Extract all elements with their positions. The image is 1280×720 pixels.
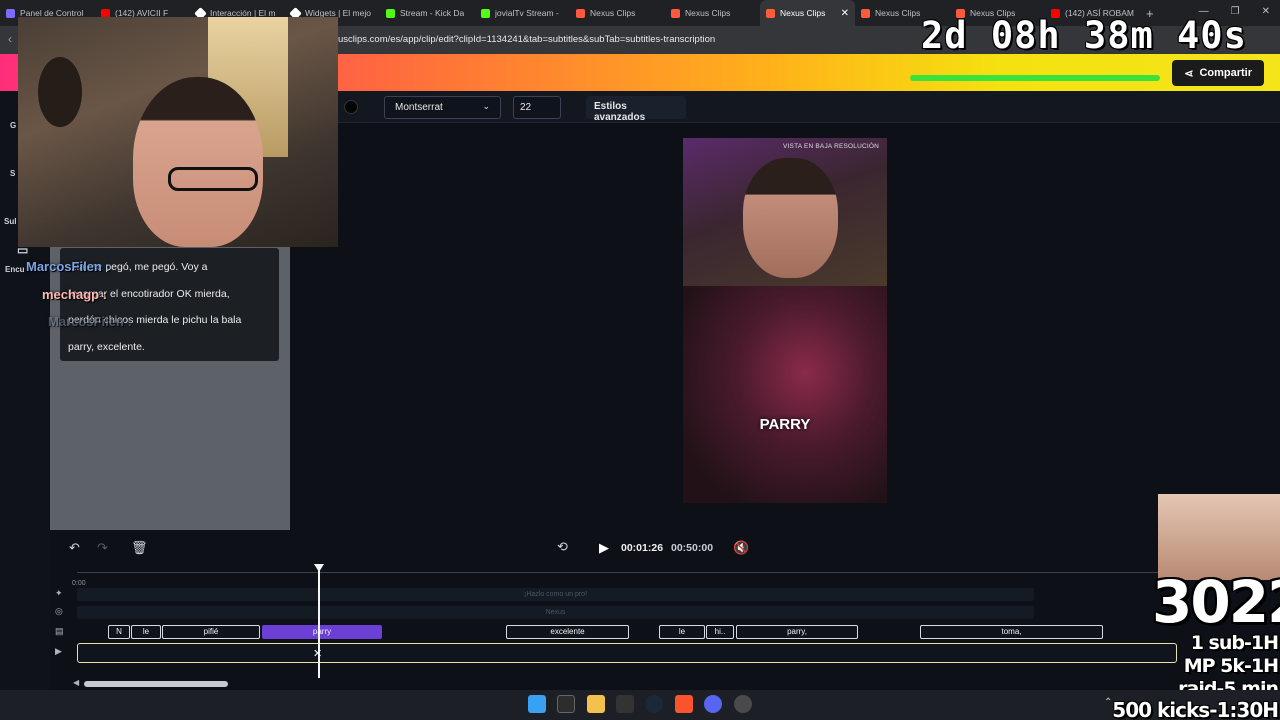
- progress-bar: [910, 75, 1160, 81]
- goal-line: MP 5k-1H: [1183, 655, 1279, 677]
- screen: Panel de Control (142) AVICII F Interacc…: [0, 0, 1280, 720]
- glasses: [168, 167, 258, 191]
- magic-icon: ✦: [55, 588, 63, 598]
- chat-username: MarcosFilen :: [26, 259, 110, 274]
- tab-nexus-clips[interactable]: Nexus Clips: [570, 0, 665, 26]
- timeline-scrollbar[interactable]: [84, 681, 228, 687]
- chat-username: mechagp :: [42, 287, 108, 302]
- discord-icon[interactable]: [704, 695, 722, 713]
- close-tab-icon[interactable]: ✕: [841, 8, 849, 19]
- stream-countdown: 2d 08h 38m 40s: [921, 14, 1247, 57]
- chat-username: MarcosFilen :: [48, 314, 132, 329]
- current-time: 00:01:26: [621, 542, 664, 554]
- subtitle-segment[interactable]: le: [659, 625, 705, 639]
- trash-icon[interactable]: 🗑: [131, 540, 148, 556]
- brave-icon[interactable]: [675, 695, 693, 713]
- kick-icon: [386, 8, 395, 18]
- goal-line: 1 sub-1H: [1190, 632, 1279, 654]
- subtitle-caption: PARRY: [759, 416, 811, 433]
- tab-favicon-icon: [6, 8, 15, 18]
- playhead-handle[interactable]: [314, 564, 324, 572]
- share-label: Compartir: [1199, 67, 1252, 79]
- text-color-swatch[interactable]: [344, 100, 358, 114]
- nexus-icon: [766, 8, 775, 18]
- subtitle-segment[interactable]: parry,: [736, 625, 858, 639]
- play-icon[interactable]: ▶: [599, 540, 609, 556]
- kick-icon: [481, 8, 490, 18]
- timeline-ruler: [77, 572, 1177, 573]
- subtitle-segment-active[interactable]: parry: [262, 625, 382, 639]
- subtitles-icon: ▤: [55, 626, 64, 636]
- tab-kick-stream[interactable]: Stream - Kick Da: [380, 0, 475, 26]
- subtitle-segment[interactable]: pifié: [162, 625, 260, 639]
- subtitle-segment[interactable]: hi..: [706, 625, 734, 639]
- taskbar: [0, 690, 1280, 720]
- url-text[interactable]: usclips.com/es/app/clip/edit?clipId=1134…: [338, 34, 715, 45]
- player-controls: [50, 530, 1280, 566]
- streamer-webcam: [18, 17, 338, 247]
- subtitle-segment[interactable]: N: [108, 625, 130, 639]
- tab-nexus-clips-active[interactable]: Nexus Clips ✕: [760, 0, 855, 26]
- sidebar-item-label[interactable]: G: [10, 121, 16, 130]
- nexus-icon: [576, 8, 585, 18]
- nexus-icon: [861, 8, 870, 18]
- sidebar-item-subtitles[interactable]: Sul: [4, 217, 16, 226]
- share-button[interactable]: ⋖ Compartir: [1172, 60, 1264, 86]
- share-icon: ⋖: [1184, 67, 1194, 80]
- chevron-down-icon: ⌄: [482, 101, 490, 111]
- preview-facecam: [683, 138, 887, 286]
- split-icon[interactable]: ✕: [313, 647, 322, 660]
- obs-icon[interactable]: [734, 695, 752, 713]
- tray-chevron-icon[interactable]: ⌃: [1104, 697, 1112, 708]
- advanced-styles-button[interactable]: Estilos avanzados: [586, 96, 686, 123]
- video-track-icon: ▶: [55, 646, 62, 656]
- tab-label: Nexus Clips: [780, 8, 826, 18]
- epic-games-icon[interactable]: [616, 695, 634, 713]
- video-preview[interactable]: VISTA EN BAJA RESOLUCIÓN PARRY: [683, 138, 887, 503]
- sticker-icon: ◎: [55, 606, 63, 616]
- preview-face: [743, 158, 838, 278]
- ruler-start-label: 0:00: [72, 580, 86, 587]
- tab-label: Nexus Clips: [685, 8, 731, 18]
- steam-icon[interactable]: [645, 695, 663, 713]
- tab-label: Nexus Clips: [875, 8, 921, 18]
- tab-jovialtv[interactable]: jovialTv Stream -: [475, 0, 570, 26]
- preview-gameplay: [683, 286, 887, 503]
- font-size-input[interactable]: 22: [513, 96, 561, 119]
- sidebar-item-label[interactable]: S: [10, 169, 15, 178]
- tab-label: Stream - Kick Da: [400, 8, 465, 18]
- mute-icon[interactable]: 🔇: [733, 540, 749, 556]
- video-track[interactable]: [77, 643, 1177, 663]
- ghost-track[interactable]: Nexus: [77, 606, 1034, 619]
- undo-icon[interactable]: ↶: [69, 540, 80, 556]
- subtitle-segment[interactable]: toma,: [920, 625, 1103, 639]
- ghost-track[interactable]: ¡Hazlo como un pro!: [77, 588, 1034, 601]
- total-time: 00:50:00: [671, 542, 714, 554]
- tab-label: jovialTv Stream -: [495, 8, 559, 18]
- tab-nexus-clips[interactable]: Nexus Clips: [665, 0, 760, 26]
- nexus-icon: [671, 8, 680, 18]
- terminal-icon[interactable]: [557, 695, 575, 713]
- transcript-line: parry, excelente.: [68, 340, 145, 353]
- subtitle-segment[interactable]: le: [131, 625, 161, 639]
- folder-icon[interactable]: [587, 695, 605, 713]
- close-window-icon[interactable]: ✕: [1262, 6, 1270, 17]
- sub-count: 3022: [1152, 568, 1280, 636]
- replay-icon[interactable]: ⟲: [557, 539, 568, 555]
- scroll-left-icon[interactable]: ◀: [73, 678, 79, 687]
- subtitle-segment[interactable]: excelente: [506, 625, 629, 639]
- pineapple-decoration: [38, 57, 82, 127]
- windows-start-icon[interactable]: [528, 695, 546, 713]
- sidebar-item-label[interactable]: Encu: [5, 265, 25, 274]
- font-select[interactable]: Montserrat ⌄: [384, 96, 501, 119]
- low-resolution-label: VISTA EN BAJA RESOLUCIÓN: [783, 143, 880, 150]
- goal-line: 500 kicks-1:30H: [1112, 698, 1279, 720]
- streamer-face: [133, 77, 263, 247]
- font-value: Montserrat: [395, 102, 443, 113]
- redo-icon[interactable]: ↷: [97, 540, 108, 556]
- tab-label: Nexus Clips: [590, 8, 636, 18]
- playhead[interactable]: [318, 566, 320, 678]
- back-icon[interactable]: ‹: [8, 32, 12, 46]
